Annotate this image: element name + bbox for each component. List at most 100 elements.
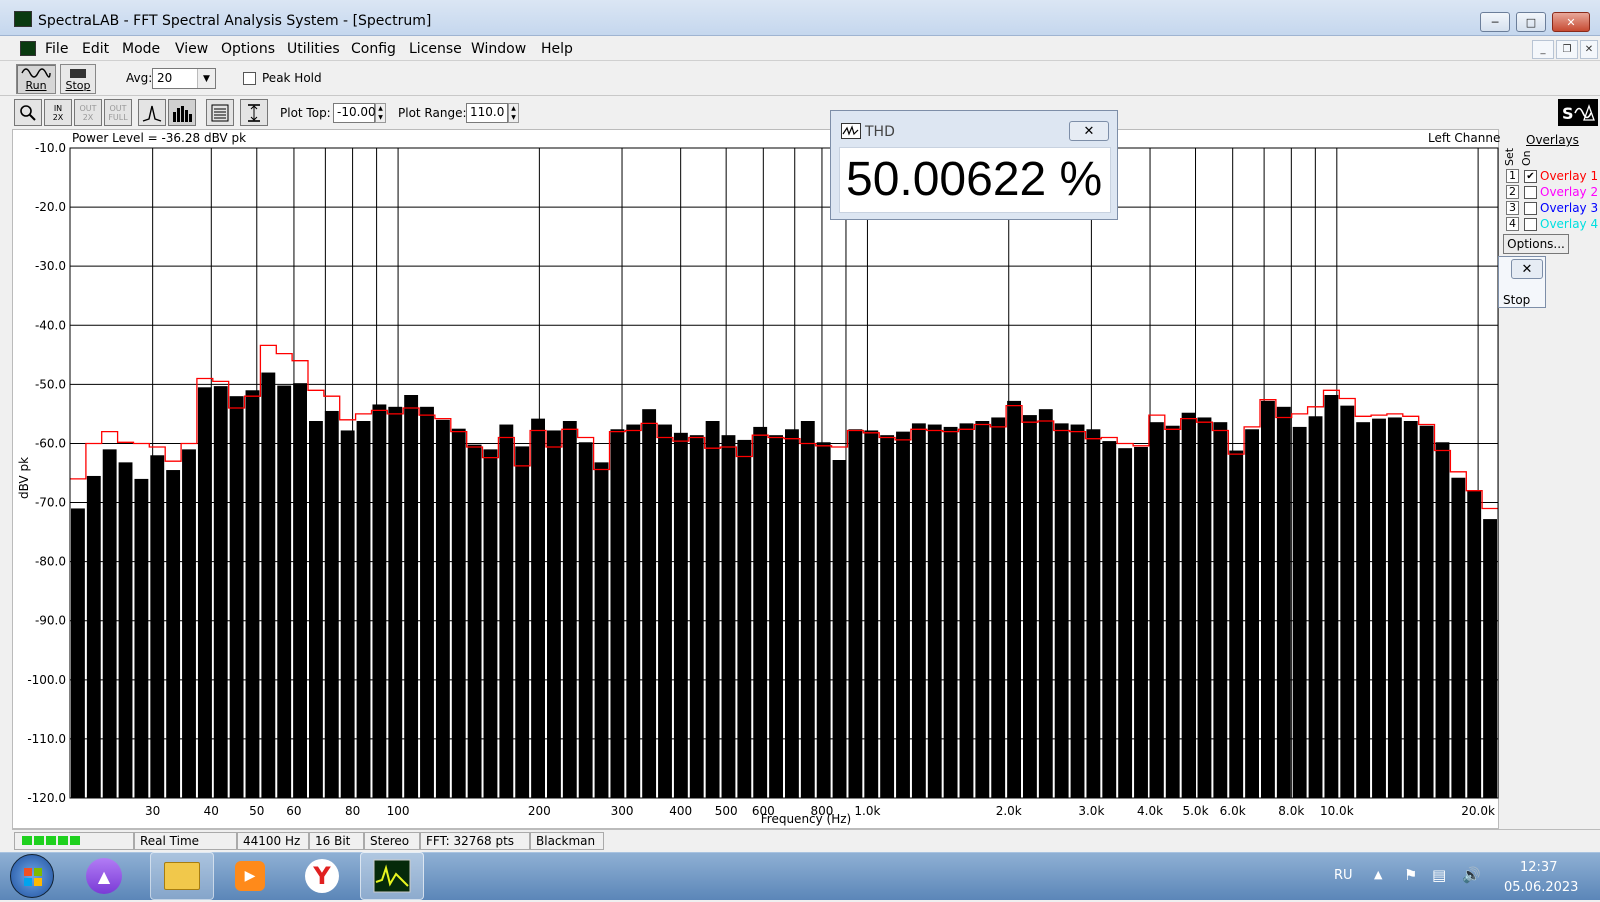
spectrum-bar (911, 423, 926, 798)
spectrum-bar (372, 404, 387, 798)
x-tick-label: 3.0k (1078, 804, 1104, 818)
spectrum-bar (1007, 400, 1021, 798)
spectrum-bar (1023, 415, 1037, 798)
spectrum-bar (1197, 417, 1212, 798)
spectrum-bar (1102, 441, 1117, 798)
spectrum-bar (832, 460, 847, 798)
overlay-options-button[interactable]: Options... (1503, 234, 1569, 254)
spectrum-bar (1038, 409, 1053, 798)
spectralab-task-icon[interactable] (360, 852, 424, 900)
spectrum-bar (1356, 422, 1371, 798)
y-tick-label: -120.0 (27, 791, 66, 805)
spectrum-bar (1245, 429, 1259, 798)
thd-title: THD (865, 124, 895, 140)
y-tick-label: -60.0 (35, 436, 66, 450)
x-tick-label: 8.0k (1278, 804, 1304, 818)
spectrum-bar (991, 417, 1006, 798)
x-tick-label: 20.0k (1461, 804, 1495, 818)
status-fft-size: FFT: 32768 pts (420, 832, 530, 850)
spectrum-bar (118, 462, 133, 798)
spectrum-bar (626, 424, 641, 798)
thd-window[interactable]: THD ✕ 50.00622 % (830, 110, 1118, 220)
spectrum-bar (102, 449, 117, 798)
spectrum-bar (547, 430, 561, 798)
media-player-icon[interactable]: ▶ (218, 852, 282, 900)
spectrum-bar (594, 462, 609, 798)
spectrum-bar (1054, 423, 1069, 798)
x-axis-label: Frequency (Hz) (761, 812, 852, 826)
spectrum-bar (705, 421, 720, 798)
y-tick-label: -20.0 (35, 200, 66, 214)
clock-date[interactable]: 05.06.2023 (1504, 880, 1578, 895)
spectrum-bar (293, 383, 307, 798)
x-tick-label: 100 (387, 804, 410, 818)
overlay-set-button-4[interactable]: 4 (1506, 217, 1519, 231)
tray-expand-icon[interactable]: ▲ (1374, 868, 1382, 881)
spectrum-bar (1483, 519, 1497, 798)
spectrum-bar (71, 508, 85, 798)
overlay-on-checkbox-4[interactable] (1524, 218, 1537, 231)
overlay-set-button-1[interactable]: 1 (1506, 169, 1519, 183)
y-axis-label: dBV pk (17, 457, 31, 499)
spectrum-bar (1419, 425, 1434, 798)
mini-stop-button[interactable]: Stop (1503, 293, 1530, 307)
status-sample-rate: 44100 Hz (237, 832, 309, 850)
action-center-icon[interactable]: ⚑ (1404, 866, 1417, 884)
mini-control-window: ✕ Stop (1498, 256, 1546, 308)
overlay-name-1: Overlay 1 (1540, 169, 1599, 183)
file-explorer-icon[interactable] (150, 852, 214, 900)
spectrum-bar (467, 444, 482, 798)
overlay-set-button-3[interactable]: 3 (1506, 201, 1519, 215)
y-tick-label: -100.0 (27, 673, 66, 687)
spectrum-bar (943, 426, 958, 798)
spectrum-bar (324, 410, 339, 798)
overlay-set-button-2[interactable]: 2 (1506, 185, 1519, 199)
network-icon[interactable]: ▤ (1432, 866, 1446, 884)
close-icon[interactable]: ✕ (1069, 121, 1109, 141)
x-tick-label: 5.0k (1182, 804, 1208, 818)
status-window-type: Blackman (530, 832, 604, 850)
y-tick-label: -40.0 (35, 318, 66, 332)
status-channels: Stereo (364, 832, 420, 850)
spectrum-bar (1165, 425, 1180, 798)
overlay-on-checkbox-2[interactable] (1524, 186, 1537, 199)
volume-icon[interactable]: 🔊 (1462, 866, 1481, 884)
spectrum-bar (1372, 418, 1386, 798)
spectrum-bar (245, 390, 260, 798)
overlays-title: Overlays (1526, 133, 1579, 147)
alice-assistant-icon[interactable]: ▲ (72, 852, 136, 900)
status-bits: 16 Bit (309, 832, 364, 850)
language-indicator[interactable]: RU (1334, 868, 1353, 883)
y-tick-label: -10.0 (35, 141, 66, 155)
spectrum-bar (86, 475, 101, 798)
level-meter-bars (22, 836, 80, 845)
spectrum-bar (531, 418, 545, 798)
overlay-on-checkbox-3[interactable] (1524, 202, 1537, 215)
spectrum-bar (182, 449, 196, 798)
start-button[interactable] (10, 854, 54, 898)
thd-display: 50.00622 % (839, 147, 1111, 213)
x-tick-label: 40 (204, 804, 219, 818)
close-icon[interactable]: ✕ (1511, 259, 1543, 279)
spectrum-bar (864, 430, 879, 798)
spectrum-bar (1435, 442, 1450, 798)
spectrum-bar (642, 409, 657, 798)
overlay-on-checkbox-1[interactable]: ✔ (1524, 170, 1537, 183)
spectrum-bar (578, 442, 593, 798)
spectrum-bar (166, 470, 181, 798)
y-tick-label: -70.0 (35, 496, 66, 510)
spectrum-bar (1149, 422, 1164, 798)
spectrum-bar (785, 429, 799, 798)
y-tick-label: -110.0 (27, 732, 66, 746)
x-tick-label: 2.0k (996, 804, 1022, 818)
spectrum-bar (388, 406, 403, 798)
spectrum-bar (150, 455, 165, 798)
yandex-browser-icon[interactable]: Y (290, 852, 354, 900)
x-tick-label: 300 (611, 804, 634, 818)
spectrum-chart[interactable]: -10.0 -20.0 -30.0 -40.0 -50.0 -60.0 -70.0 -80.0… (0, 0, 1600, 830)
clock-time[interactable]: 12:37 (1520, 860, 1557, 875)
spectrum-bar (1213, 422, 1228, 798)
spectrum-bar (927, 424, 942, 798)
status-mode: Real Time (134, 832, 237, 850)
x-tick-label: 200 (528, 804, 551, 818)
